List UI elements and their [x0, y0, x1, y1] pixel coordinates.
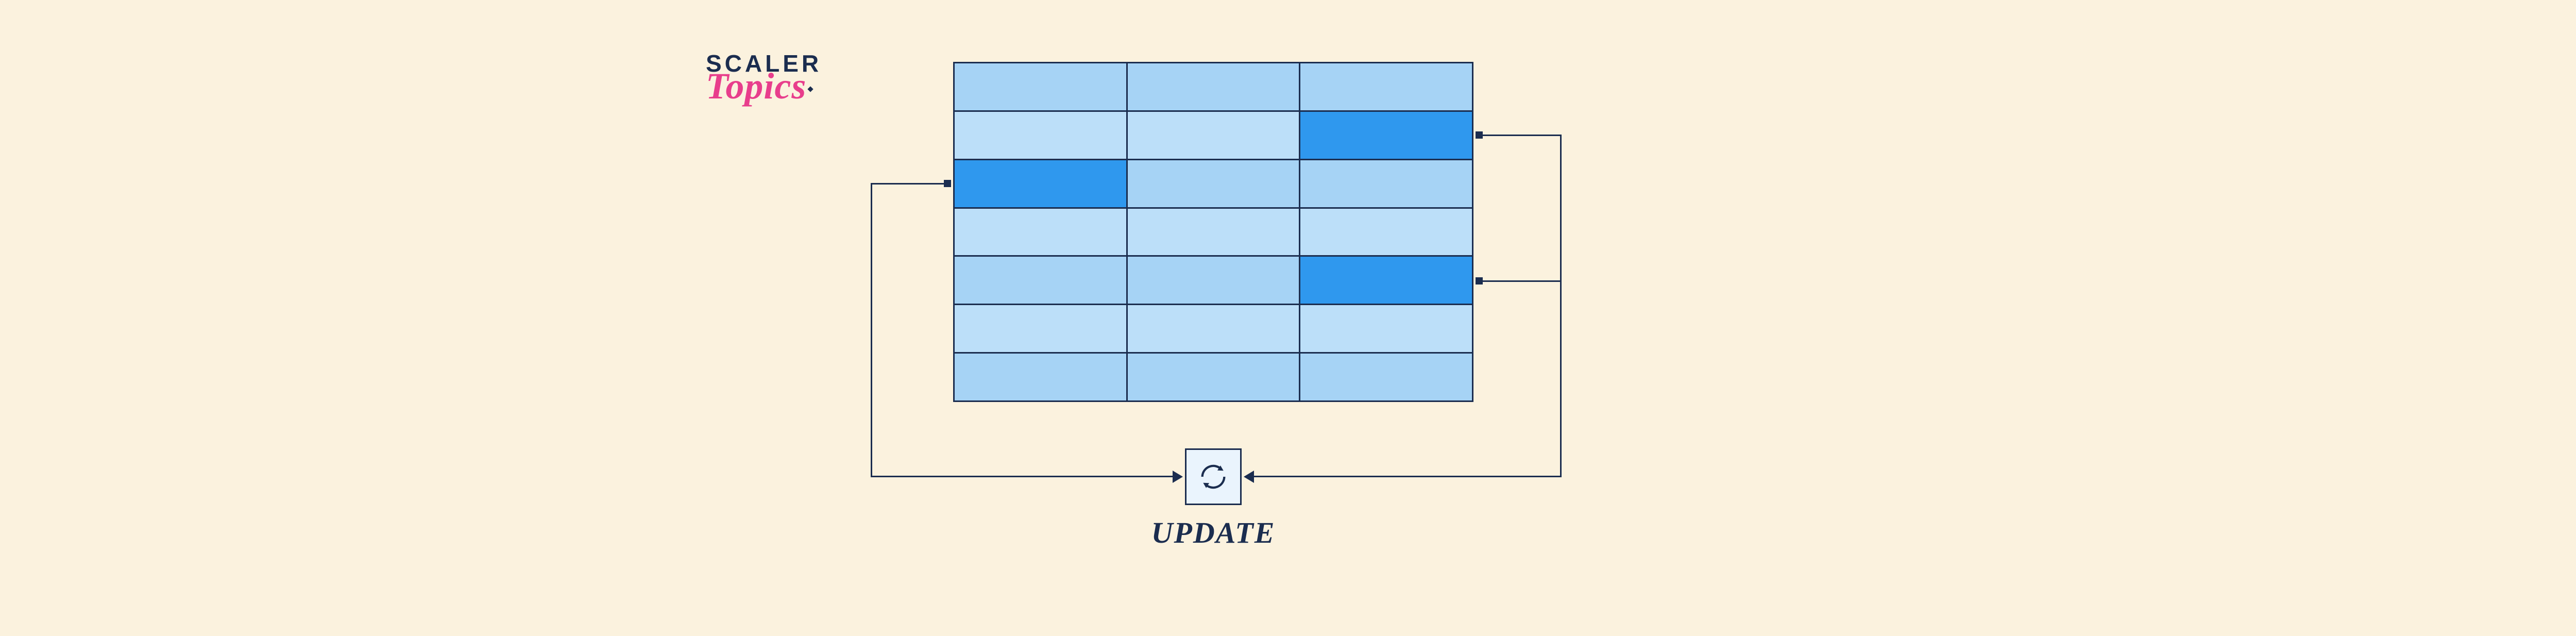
- table-cell: [1300, 63, 1472, 110]
- table-cell: [1300, 160, 1472, 207]
- update-action-label: UPDATE: [1149, 515, 1278, 550]
- table-cell-selected: [1300, 257, 1472, 304]
- row-marker-right-1: [1476, 131, 1483, 139]
- table-cell: [1300, 305, 1472, 352]
- table-cell: [955, 354, 1126, 400]
- table-cell: [955, 112, 1126, 159]
- table-cell: [955, 209, 1126, 256]
- table-cell: [1128, 209, 1299, 256]
- update-action-box: [1185, 448, 1242, 505]
- brand-logo-dot-icon: [808, 86, 814, 92]
- table-cell: [955, 305, 1126, 352]
- table-cell: [1300, 354, 1472, 400]
- table-cell-selected: [955, 160, 1126, 207]
- table-cell: [1128, 305, 1299, 352]
- table-cell: [1128, 160, 1299, 207]
- connector-line: [871, 183, 872, 477]
- canvas: SCALER Topics UPDATE: [0, 0, 2576, 636]
- arrow-icon: [1244, 471, 1254, 483]
- brand-logo: SCALER Topics: [706, 52, 822, 106]
- row-marker-right-2: [1476, 277, 1483, 284]
- table-cell: [955, 257, 1126, 304]
- brand-logo-line2: Topics: [706, 65, 806, 107]
- data-table: [953, 62, 1473, 402]
- table-cell: [1128, 63, 1299, 110]
- brand-logo-line2-wrap: Topics: [706, 75, 822, 106]
- table-cell: [1300, 209, 1472, 256]
- update-diagram: UPDATE: [953, 62, 1674, 588]
- connector-line: [1254, 476, 1562, 477]
- connector-line: [871, 183, 947, 185]
- connector-line: [871, 476, 1173, 477]
- table-cell: [1128, 257, 1299, 304]
- connector-line: [1483, 280, 1561, 282]
- table-cell: [955, 63, 1126, 110]
- connector-line: [1483, 135, 1561, 136]
- table-cell-selected: [1300, 112, 1472, 159]
- table-cell: [1128, 112, 1299, 159]
- arrow-icon: [1173, 471, 1183, 483]
- connector-line: [1560, 135, 1562, 477]
- refresh-icon: [1197, 460, 1230, 493]
- table-cell: [1128, 354, 1299, 400]
